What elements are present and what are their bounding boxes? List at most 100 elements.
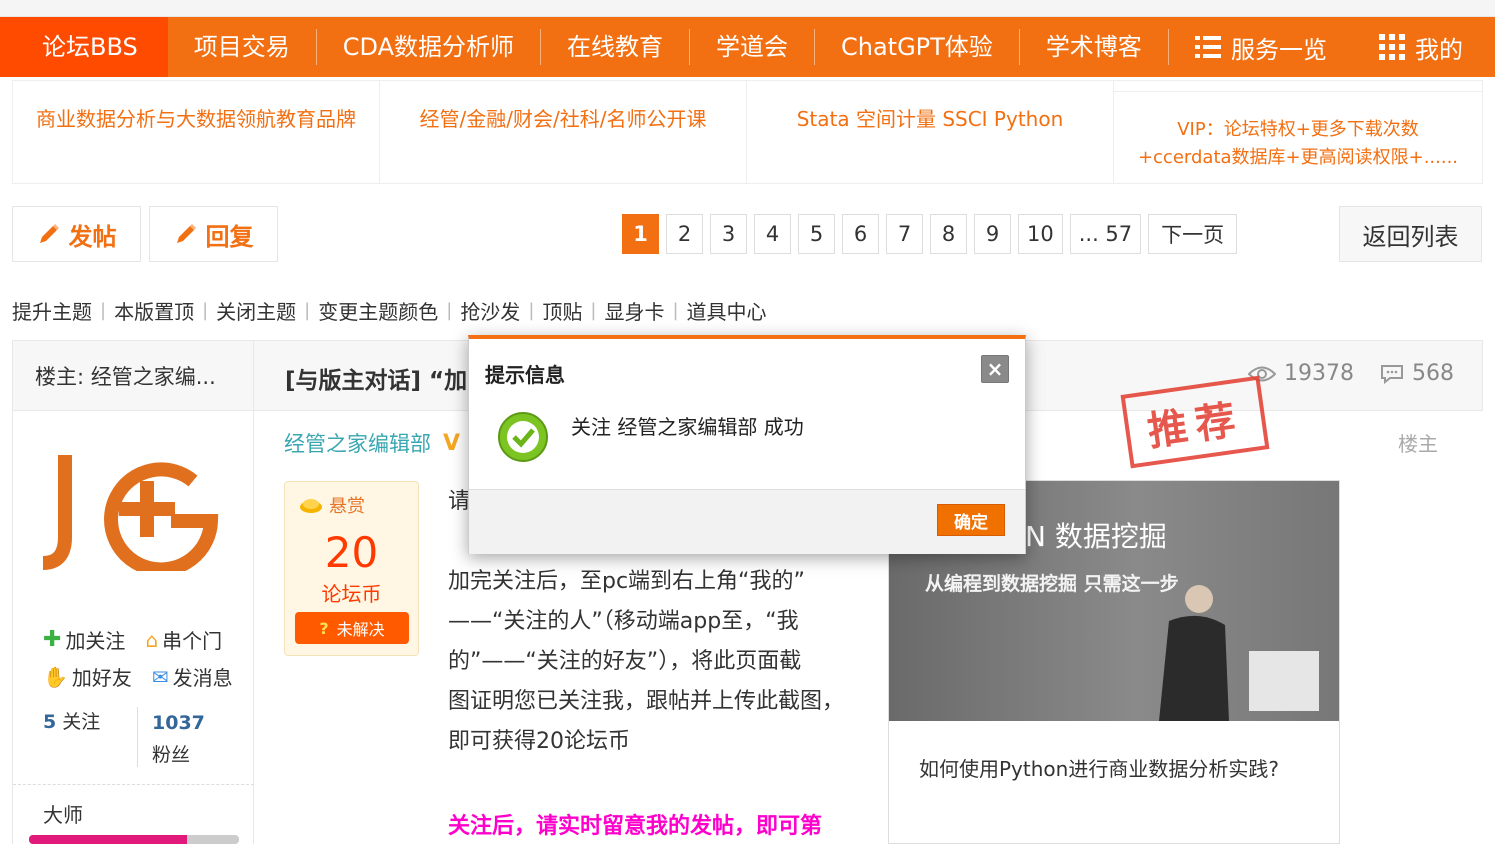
pagination: 1 2 3 4 5 6 7 8 9 10 ... 57 下一页 [622, 214, 1238, 254]
fans-count: 1037 [152, 712, 205, 734]
page-last[interactable]: ... 57 [1069, 214, 1142, 254]
post-body-line-4: 图证明您已关注我，跟帖并上传此截图， [448, 689, 845, 714]
reply-label: 回复 [205, 222, 254, 251]
post-body-line-5: 即可获得20论坛币 [448, 729, 630, 754]
promo-banner: 商业数据分析与大数据领航教育品牌 经管/金融/财会/社科/名师公开课 Stata… [12, 80, 1483, 184]
page-5[interactable]: 5 [798, 214, 835, 254]
nav-item-online-edu[interactable]: 在线教育 [541, 17, 689, 77]
avatar[interactable] [43, 451, 223, 571]
top-strip [0, 0, 1495, 17]
page-6[interactable]: 6 [842, 214, 879, 254]
moderation-bar: 提升主题 | 本版置顶 | 关闭主题 | 变更主题颜色 | 抢沙发 | 顶贴 | 显身卡 | … [12, 296, 767, 325]
mod-color[interactable]: 变更主题颜色 [318, 296, 438, 325]
person-illustration-icon [1159, 585, 1319, 721]
following-count: 5 [43, 711, 57, 733]
banner-link-vip[interactable]: VIP：论坛特权+更多下载次数 +ccerdata数据库+更高阅读权限+....… [1114, 91, 1482, 183]
vip-line-1: VIP：论坛特权+更多下载次数 [1177, 118, 1419, 140]
mod-pin[interactable]: 本版置顶 [114, 296, 194, 325]
mod-bump[interactable]: 提升主题 [12, 296, 92, 325]
vip-line-2: +ccerdata数据库+更高阅读权限+...... [1137, 146, 1459, 168]
new-post-label: 发帖 [68, 222, 117, 251]
nav-mine[interactable]: 我的 [1359, 30, 1495, 65]
post-owner-label: 楼主: 经管之家编... [13, 341, 254, 410]
mod-top[interactable]: 顶贴 [542, 296, 582, 325]
confirm-button[interactable]: 确定 [937, 504, 1005, 536]
pencil-icon [176, 224, 196, 243]
page-4[interactable]: 4 [754, 214, 791, 254]
grid-icon [1379, 34, 1405, 60]
pencil-icon [39, 224, 59, 243]
banner-link-analytics[interactable]: 商业数据分析与大数据领航教育品牌 [13, 81, 380, 183]
main-nav: 论坛BBS 项目交易 CDA数据分析师 在线教育 学道会 ChatGPT体验 学… [0, 17, 1495, 77]
reward-status-label: 未解决 [336, 620, 385, 639]
nav-mine-label: 我的 [1415, 35, 1463, 64]
follow-link[interactable]: 加关注 [65, 625, 125, 654]
question-icon: ? [319, 618, 329, 638]
rank-progress-fill [29, 835, 187, 844]
comment-icon [1381, 364, 1403, 384]
following-stat[interactable]: 5 关注 [43, 707, 137, 767]
nav-services-label: 服务一览 [1231, 35, 1327, 64]
nav-item-xuedaohui[interactable]: 学道会 [690, 17, 814, 77]
dialog-title: 提示信息 [485, 363, 565, 387]
fans-stat[interactable]: 1037 粉丝 [137, 707, 205, 767]
visit-link[interactable]: 串个门 [162, 625, 222, 654]
dialog-message: 关注 经管之家编辑部 成功 [571, 415, 804, 439]
mod-separator: | [528, 300, 535, 321]
ad-caption[interactable]: 如何使用Python进行商业数据分析实践? [919, 753, 1279, 782]
nav-item-cda[interactable]: CDA数据分析师 [317, 17, 540, 77]
author-rank: 大师 [43, 803, 83, 827]
mod-separator: | [304, 300, 311, 321]
reply-button[interactable]: 回复 [149, 206, 278, 262]
add-friend-link[interactable]: 加好友 [72, 662, 132, 691]
rank-progress-bar [29, 835, 239, 844]
ad-headline: N 数据挖掘 [1025, 520, 1167, 553]
author-panel: ✚ 加关注 ⌂ 串个门 ✋ 加好友 ✉ 发消息 5 关注 1037 粉丝 大师 [12, 411, 254, 844]
post-title[interactable]: [与版主对话] “加 [285, 361, 467, 395]
coin-icon [300, 499, 322, 513]
mod-close[interactable]: 关闭主题 [216, 296, 296, 325]
nav-item-projects[interactable]: 项目交易 [168, 17, 316, 77]
post-body-line-1: 加完关注后，至pc端到右上角“我的” [448, 569, 805, 594]
banner-link-courses[interactable]: 经管/金融/财会/社科/名师公开课 [380, 81, 747, 183]
nav-item-chatgpt[interactable]: ChatGPT体验 [815, 17, 1019, 77]
page-1[interactable]: 1 [622, 214, 659, 254]
reward-box: 悬赏 20 论坛币 ? 未解决 [284, 481, 419, 656]
message-link[interactable]: 发消息 [173, 662, 233, 691]
fans-label: 粉丝 [152, 744, 191, 766]
close-icon[interactable]: × [981, 355, 1009, 383]
page-9[interactable]: 9 [974, 214, 1011, 254]
nav-right-group: 服务一览 我的 [1175, 17, 1495, 77]
back-to-list-button[interactable]: 返回列表 [1339, 206, 1482, 262]
post-body-line-3: 的”——“关注的好友”），将此页面截 [448, 649, 802, 674]
mod-separator: | [446, 300, 453, 321]
mod-separator: | [100, 300, 107, 321]
page-8[interactable]: 8 [930, 214, 967, 254]
divider [13, 784, 254, 785]
mod-sofa[interactable]: 抢沙发 [460, 296, 520, 325]
plus-icon: ✚ [43, 627, 62, 652]
post-stats: 19378 568 [1248, 361, 1454, 386]
success-check-icon [498, 412, 548, 462]
nav-item-bbs[interactable]: 论坛BBS [0, 17, 168, 77]
mod-identity[interactable]: 显身卡 [604, 296, 664, 325]
author-actions-row-2: ✋ 加好友 ✉ 发消息 [43, 662, 233, 691]
next-page-button[interactable]: 下一页 [1148, 214, 1238, 254]
views-count: 19378 [1284, 361, 1354, 386]
nav-services[interactable]: 服务一览 [1175, 30, 1359, 65]
author-name-link[interactable]: 经管之家编辑部 [284, 428, 431, 458]
page-3[interactable]: 3 [710, 214, 747, 254]
home-icon: ⌂ [145, 627, 159, 652]
reward-title: 悬赏 [299, 492, 365, 518]
following-label: 关注 [62, 711, 101, 733]
mod-separator: | [590, 300, 597, 321]
nav-item-blog[interactable]: 学术博客 [1020, 17, 1168, 77]
mod-separator: | [202, 300, 209, 321]
banner-link-stata[interactable]: Stata 空间计量 SSCI Python [747, 81, 1114, 183]
new-post-button[interactable]: 发帖 [12, 206, 141, 262]
mod-props[interactable]: 道具中心 [687, 296, 767, 325]
author-counts: 5 关注 1037 粉丝 [43, 707, 233, 767]
page-7[interactable]: 7 [886, 214, 923, 254]
page-2[interactable]: 2 [666, 214, 703, 254]
page-10[interactable]: 10 [1018, 214, 1063, 254]
